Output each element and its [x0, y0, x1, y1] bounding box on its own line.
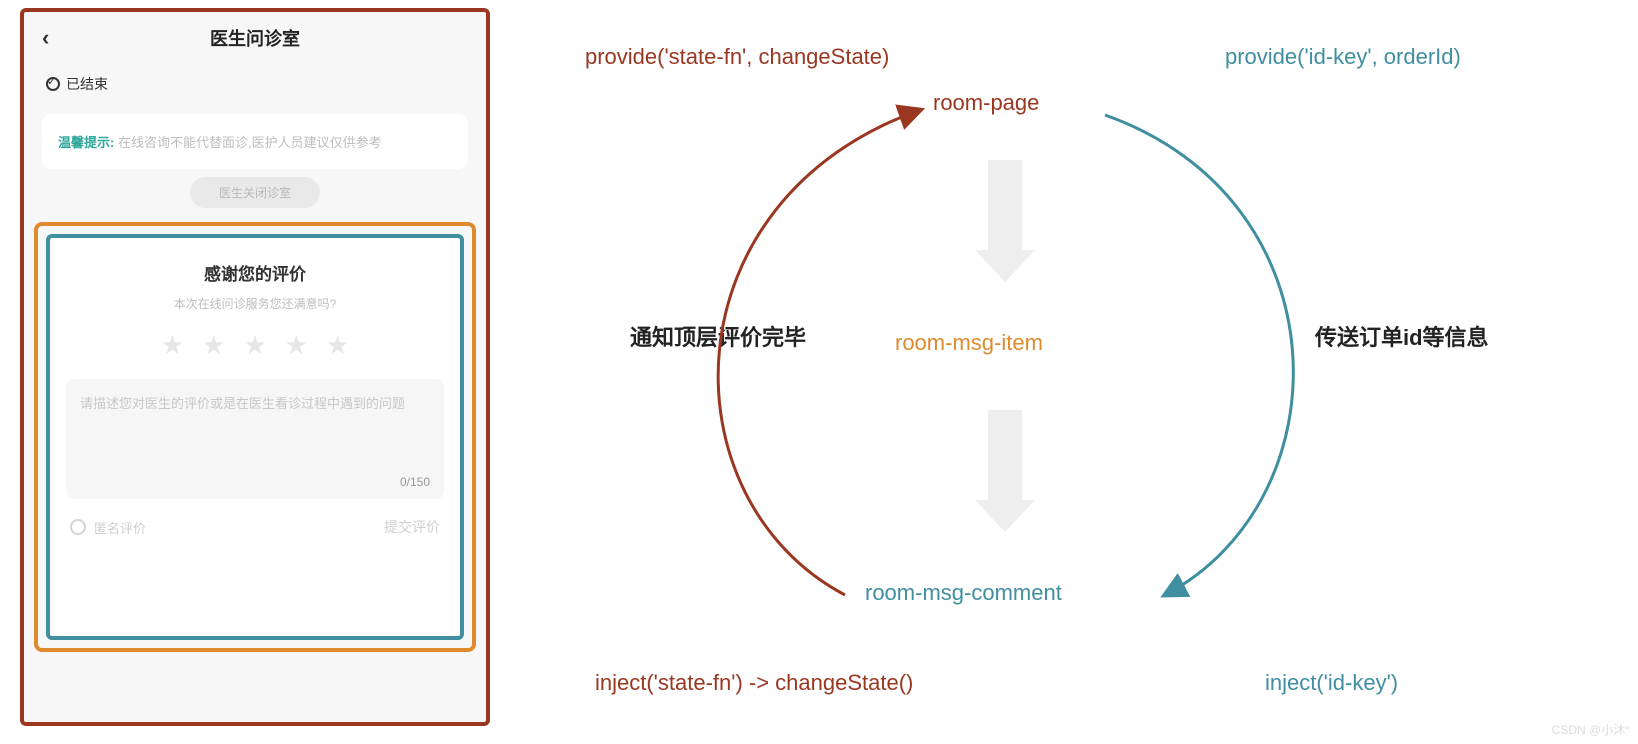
consult-status: 已结束	[24, 64, 486, 100]
comment-title: 感谢您的评价	[66, 260, 444, 285]
curve-arrows	[545, 0, 1625, 744]
provide-id-key-label: provide('id-key', orderId)	[1225, 44, 1461, 70]
submit-button[interactable]: 提交评价	[384, 517, 440, 537]
comment-textarea[interactable]: 请描述您对医生的评价或是在医生看诊过程中遇到的问题 0/150	[66, 379, 444, 499]
star-icon[interactable]: ★	[161, 330, 184, 361]
tip-label: 温馨提示:	[58, 135, 114, 150]
page-title: 医生问诊室	[66, 25, 444, 51]
provide-state-fn-label: provide('state-fn', changeState)	[585, 44, 889, 70]
status-text: 已结束	[66, 74, 108, 94]
watermark: CSDN @小沐°	[1552, 721, 1630, 738]
closed-pill: 医生关闭诊室	[190, 177, 320, 208]
star-icon[interactable]: ★	[202, 330, 225, 361]
comment-subtitle: 本次在线问诊服务您还满意吗?	[66, 295, 444, 312]
rating-stars[interactable]: ★ ★ ★ ★ ★	[66, 330, 444, 361]
comment-footer: 匿名评价 提交评价	[66, 517, 444, 537]
char-counter: 0/150	[400, 475, 430, 489]
radio-icon[interactable]	[70, 519, 86, 535]
pass-order-id-label: 传送订单id等信息	[1315, 320, 1489, 352]
room-msg-item-frame: 感谢您的评价 本次在线问诊服务您还满意吗? ★ ★ ★ ★ ★ 请描述您对医生的…	[34, 222, 476, 652]
down-arrow-icon	[975, 160, 1035, 282]
anonymous-toggle[interactable]: 匿名评价	[70, 518, 146, 537]
inject-id-key-label: inject('id-key')	[1265, 670, 1398, 696]
notify-top-label: 通知顶层评价完毕	[630, 320, 806, 352]
room-page-frame: ‹ 医生问诊室 已结束 温馨提示: 在线咨询不能代替面诊,医护人员建议仅供参考 …	[20, 8, 490, 726]
star-icon[interactable]: ★	[285, 330, 308, 361]
navbar: ‹ 医生问诊室	[24, 12, 486, 64]
component-diagram: provide('state-fn', changeState) provide…	[545, 0, 1625, 744]
back-icon[interactable]: ‹	[42, 25, 66, 51]
textarea-placeholder: 请描述您对医生的评价或是在医生看诊过程中遇到的问题	[80, 396, 405, 411]
node-room-page: room-page	[933, 90, 1039, 116]
tip-card: 温馨提示: 在线咨询不能代替面诊,医护人员建议仅供参考	[42, 114, 468, 169]
room-msg-comment-frame: 感谢您的评价 本次在线问诊服务您还满意吗? ★ ★ ★ ★ ★ 请描述您对医生的…	[46, 234, 464, 640]
tip-text: 在线咨询不能代替面诊,医护人员建议仅供参考	[118, 135, 382, 150]
down-arrow-icon	[975, 410, 1035, 532]
star-icon[interactable]: ★	[243, 330, 266, 361]
star-icon[interactable]: ★	[326, 330, 349, 361]
node-room-msg-item: room-msg-item	[895, 330, 1043, 356]
node-room-msg-comment: room-msg-comment	[865, 580, 1062, 606]
check-circle-icon	[46, 77, 60, 91]
anonymous-label: 匿名评价	[94, 518, 146, 537]
inject-state-fn-label: inject('state-fn') -> changeState()	[595, 670, 913, 696]
